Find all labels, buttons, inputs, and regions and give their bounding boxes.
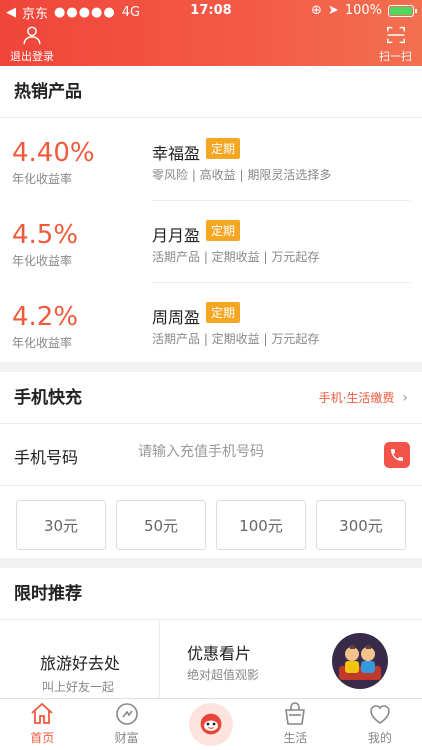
scan-icon — [386, 26, 405, 44]
product-desc: 活期产品 | 定期收益 | 万元起存 — [152, 250, 320, 264]
chevron-right-icon: › — [402, 389, 408, 406]
heart-icon — [370, 705, 390, 724]
amount-option[interactable]: 100元 — [216, 500, 306, 550]
tab-label: 财富 — [114, 731, 139, 745]
battery-icon — [388, 4, 417, 17]
phone-row: 手机号码 — [0, 424, 422, 486]
tab-label: 生活 — [283, 731, 308, 745]
logout-button[interactable]: 退出登录 — [10, 24, 54, 64]
life-payment-label: 手机·生活缴费 — [318, 391, 395, 405]
product-name: 周周盈 — [152, 308, 201, 327]
logout-label: 退出登录 — [10, 50, 54, 63]
scan-label: 扫一扫 — [379, 50, 412, 63]
bag-icon — [285, 702, 306, 725]
movie-card[interactable]: 优惠看片 绝对超值观影 — [161, 620, 422, 700]
amount-option[interactable]: 30元 — [16, 500, 106, 550]
product-name: 幸福盈 — [152, 144, 201, 163]
tab-life[interactable]: 生活 — [253, 699, 337, 750]
lock-rotation-icon: ⊕ — [311, 3, 322, 18]
tab-bar: 首页 财富 生活 我的 — [0, 698, 422, 750]
tab-mine[interactable]: 我的 — [338, 699, 422, 750]
amount-option[interactable]: 50元 — [116, 500, 206, 550]
status-bar: ◀ 京东 ●●●●● 4G 17:08 ⊕ ➤ 100% — [0, 0, 422, 22]
product-tag: 定期 — [206, 220, 241, 241]
product-desc: 零风险 | 高收益 | 期限灵活选择多 — [152, 168, 332, 182]
tab-mascot[interactable] — [169, 699, 253, 750]
travel-subtitle: 叫上好友一起 — [42, 680, 115, 694]
phone-label: 手机号码 — [14, 448, 79, 467]
product-rate: 4.5% — [12, 220, 79, 250]
tab-label: 首页 — [30, 731, 55, 745]
product-tag: 定期 — [206, 302, 241, 323]
battery-percent: 100% — [344, 3, 382, 18]
scan-button[interactable]: 扫一扫 — [379, 24, 412, 64]
travel-title: 旅游好去处 — [40, 654, 121, 673]
product-desc: 活期产品 | 定期收益 | 万元起存 — [152, 332, 320, 346]
home-icon — [31, 702, 53, 724]
phone-input[interactable] — [138, 444, 368, 460]
product-rate-label: 年化收益率 — [12, 172, 73, 186]
product-rate-label: 年化收益率 — [12, 254, 73, 268]
life-payment-link[interactable]: 手机·生活缴费 › — [319, 389, 408, 406]
product-card[interactable]: 4.2% 年化收益率 周周盈 定期 活期产品 | 定期收益 | 万元起存 — [0, 282, 422, 364]
amount-option[interactable]: 300元 — [316, 500, 406, 550]
product-rate: 4.2% — [12, 302, 79, 332]
user-icon — [23, 26, 41, 45]
app-header: ◀ 京东 ●●●●● 4G 17:08 ⊕ ➤ 100% 退出登录 扫一扫 — [0, 0, 422, 66]
mascot-icon — [189, 703, 234, 746]
product-card[interactable]: 4.40% 年化收益率 幸福盈 定期 零风险 | 高收益 | 期限灵活选择多 — [0, 118, 422, 200]
product-tag: 定期 — [206, 138, 241, 159]
location-icon: ➤ — [327, 3, 339, 18]
wealth-icon — [115, 703, 138, 725]
tab-label: 我的 — [367, 731, 392, 745]
recommend-title: 限时推荐 — [0, 568, 422, 620]
amount-options: 30元 50元 100元 300元 — [16, 500, 406, 550]
cinema-illustration — [332, 633, 388, 689]
hot-products-title: 热销产品 — [0, 66, 422, 118]
movie-title: 优惠看片 — [187, 644, 252, 663]
product-rate: 4.40% — [12, 138, 95, 168]
movie-subtitle: 绝对超值观影 — [187, 668, 260, 682]
product-name: 月月盈 — [152, 226, 201, 245]
contacts-icon[interactable] — [384, 442, 410, 468]
product-rate-label: 年化收益率 — [12, 336, 73, 350]
product-card[interactable]: 4.5% 年化收益率 月月盈 定期 活期产品 | 定期收益 | 万元起存 — [0, 200, 422, 282]
travel-card[interactable]: 旅游好去处 叫上好友一起 — [0, 620, 160, 700]
tab-home[interactable]: 首页 — [0, 699, 84, 750]
hot-products-section: 热销产品 4.40% 年化收益率 幸福盈 定期 零风险 | 高收益 | 期限灵活… — [0, 66, 422, 362]
recommend-section: 限时推荐 旅游好去处 叫上好友一起 优惠看片 绝对超值观影 — [0, 568, 422, 708]
recharge-section: 手机快充 手机·生活缴费 › 手机号码 30元 50元 100元 300元 — [0, 372, 422, 558]
tab-wealth[interactable]: 财富 — [84, 699, 168, 750]
